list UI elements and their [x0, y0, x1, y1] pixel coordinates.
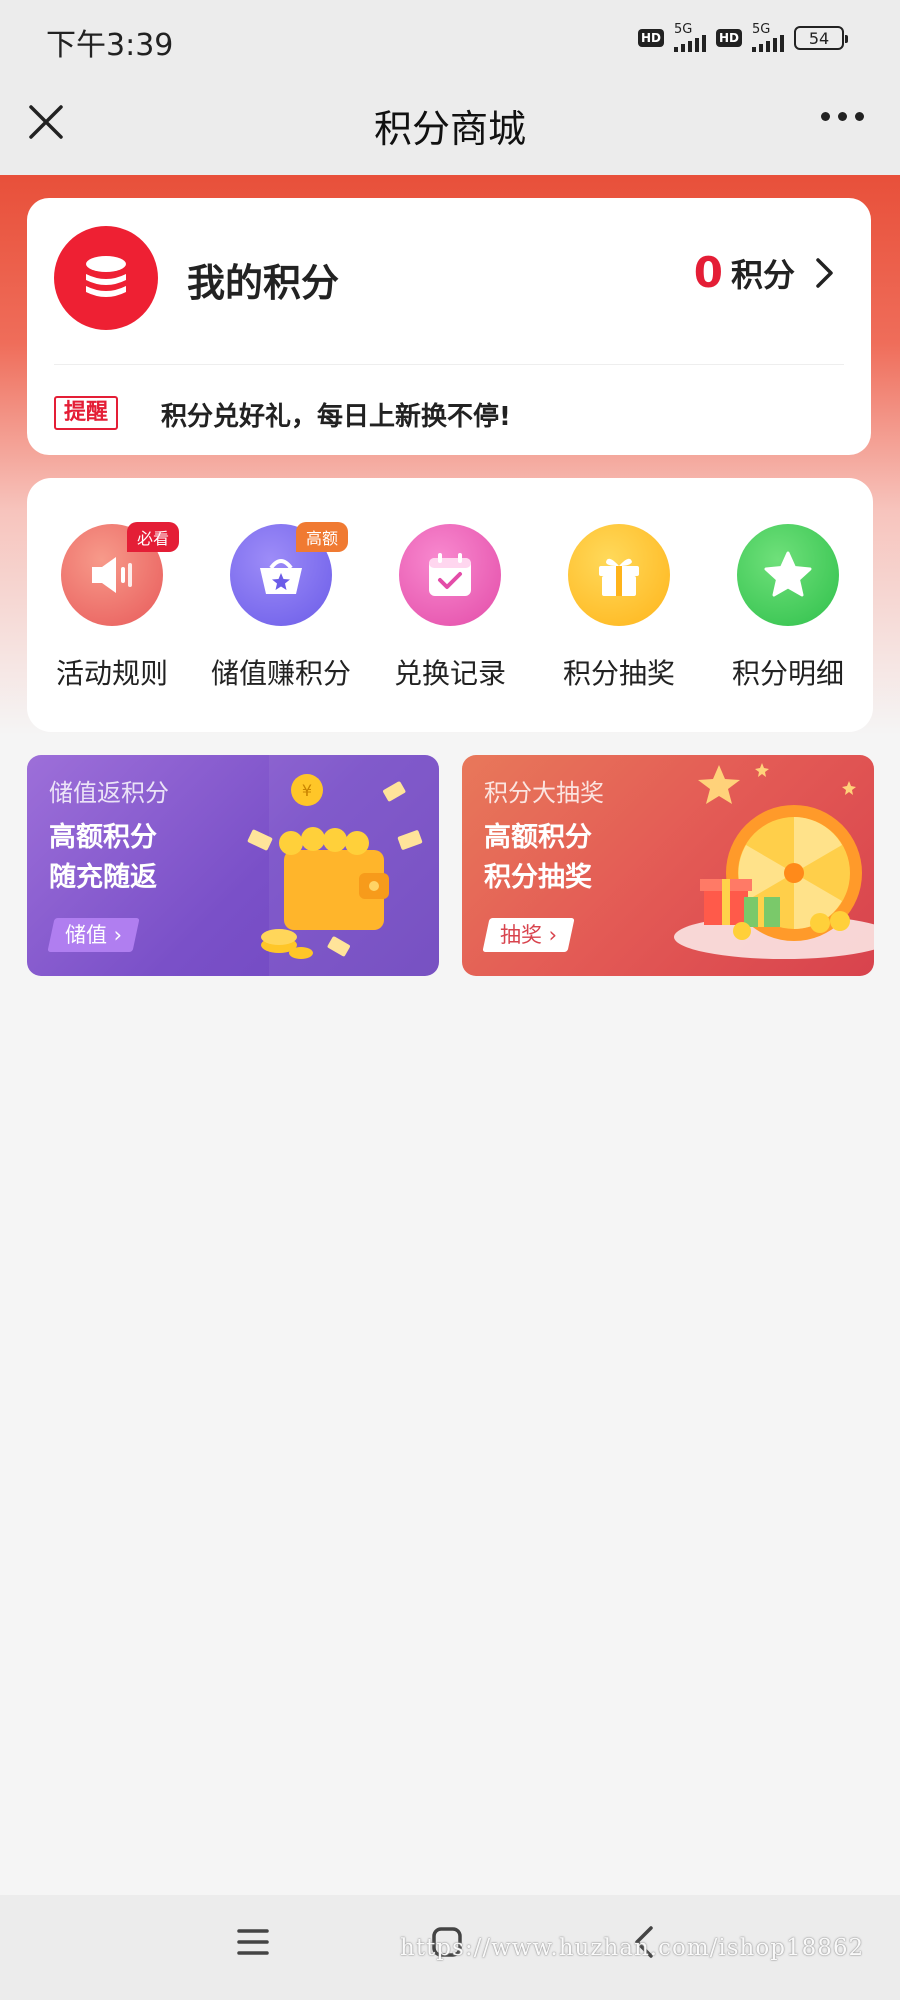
svg-text:¥: ¥	[302, 781, 312, 800]
action-points-details[interactable]: 积分明细	[703, 524, 873, 692]
banner-headline: 积分抽奖	[484, 862, 592, 893]
action-recharge-earn[interactable]: 高额 储值赚积分	[196, 522, 366, 692]
action-label: 活动规则	[55, 657, 168, 690]
status-icons: HD 5G HD 5G 54	[637, 22, 848, 52]
action-exchange-records[interactable]: 兑换记录	[365, 524, 535, 692]
banner-headline: 高额积分	[49, 822, 157, 853]
prize-wheel-illustration	[674, 763, 874, 959]
banner-headline: 随充随返	[49, 862, 157, 893]
hd-badge: HD	[715, 29, 742, 47]
lottery-button-label: 抽奖 ›	[500, 923, 558, 947]
signal-icon: 5G	[752, 22, 784, 52]
wallet-coins-illustration: ¥	[247, 755, 439, 976]
points-value: 0	[693, 248, 723, 297]
gift-icon	[568, 524, 670, 626]
status-time: 下午3:39	[46, 28, 174, 63]
hd-badge: HD	[637, 29, 664, 47]
divider	[54, 364, 844, 365]
star-icon	[737, 524, 839, 626]
network-type: 5G	[673, 22, 693, 37]
points-title: 我的积分	[187, 261, 340, 305]
banner-headline: 高额积分	[484, 822, 592, 853]
my-points-card[interactable]: 我的积分 0 积分 提醒 积分兑好礼，每日上新换不停!	[27, 198, 871, 455]
nav-bar: 积分商城	[0, 78, 900, 175]
points-balance[interactable]: 0 积分	[694, 248, 837, 297]
quick-actions-card: 必看 活动规则 高额 储值赚积分 兑换记录 积分抽奖 积分明细	[27, 478, 873, 732]
badge-must-see: 必看	[127, 522, 180, 552]
coins-icon	[54, 226, 158, 330]
basket-icon: 高额	[230, 522, 349, 626]
banner-subtitle: 储值返积分	[49, 779, 169, 807]
reminder-text: 积分兑好礼，每日上新换不停!	[161, 402, 511, 432]
menu-icon[interactable]	[236, 1925, 270, 1963]
recharge-button-label: 储值 ›	[65, 923, 123, 947]
speaker-icon: 必看	[61, 522, 180, 626]
action-points-lottery[interactable]: 积分抽奖	[534, 524, 704, 692]
network-type: 5G	[752, 22, 771, 37]
recharge-banner[interactable]: ¥ 储值返积分 高额积分 随充随返 储值 ›	[27, 755, 439, 976]
action-label: 兑换记录	[393, 657, 506, 690]
banner-subtitle: 积分大抽奖	[484, 779, 604, 807]
points-unit: 积分	[730, 255, 795, 294]
chevron-right-icon	[816, 257, 833, 288]
action-label: 积分抽奖	[562, 657, 675, 690]
reminder-tag: 提醒	[54, 396, 119, 431]
calendar-icon	[399, 524, 501, 626]
badge-high: 高额	[296, 522, 349, 552]
signal-icon: 5G	[673, 22, 706, 52]
watermark: https://www.huzhan.com/ishop18862	[400, 1935, 865, 1961]
action-label: 积分明细	[731, 657, 844, 690]
recharge-button[interactable]: 储值 ›	[47, 918, 140, 952]
battery-icon: 54	[794, 26, 848, 50]
page-title: 积分商城	[373, 107, 526, 151]
lottery-banner[interactable]: 积分大抽奖 高额积分 积分抽奖 抽奖 ›	[462, 755, 874, 976]
more-icon[interactable]	[821, 112, 864, 121]
lottery-button[interactable]: 抽奖 ›	[482, 918, 575, 952]
status-bar: 下午3:39 HD 5G HD 5G 54	[0, 0, 900, 78]
action-label: 储值赚积分	[210, 657, 351, 690]
action-activity-rules[interactable]: 必看 活动规则	[27, 522, 197, 692]
